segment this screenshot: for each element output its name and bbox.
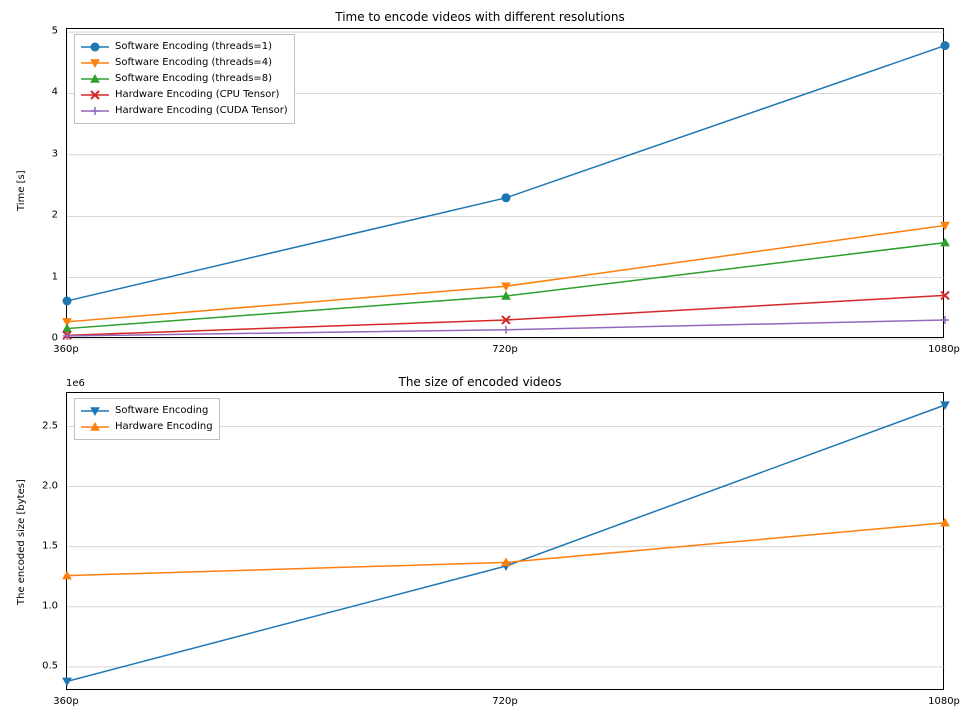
x-tick-label: 1080p: [928, 696, 960, 707]
triangle-down-icon: [81, 404, 109, 418]
legend-label: Hardware Encoding (CUDA Tensor): [115, 103, 288, 119]
x-tick-label: 720p: [492, 344, 517, 355]
circle-icon: [81, 40, 109, 54]
y-scale-note: 1e6: [66, 378, 85, 389]
legend-entry[interactable]: Hardware Encoding (CUDA Tensor): [81, 103, 288, 119]
chart-title-2: The size of encoded videos: [0, 375, 960, 389]
ylabel-2: The encoded size [bytes]: [16, 479, 27, 605]
legend-label: Software Encoding (threads=8): [115, 71, 272, 87]
plus-icon: [81, 104, 109, 118]
triangle-up-icon: [81, 420, 109, 434]
legend-label: Hardware Encoding: [115, 419, 213, 435]
legend-label: Software Encoding (threads=1): [115, 39, 272, 55]
legend-label: Software Encoding (threads=4): [115, 55, 272, 71]
legend-entry[interactable]: Hardware Encoding: [81, 419, 213, 435]
legend-entry[interactable]: Software Encoding (threads=8): [81, 71, 288, 87]
legend-2: Software EncodingHardware Encoding: [74, 398, 220, 440]
x-tick-label: 360p: [53, 344, 78, 355]
x-tick-label: 1080p: [928, 344, 960, 355]
x-icon: [81, 88, 109, 102]
legend-entry[interactable]: Software Encoding: [81, 403, 213, 419]
triangle-down-icon: [81, 56, 109, 70]
chart-title-1: Time to encode videos with different res…: [0, 10, 960, 24]
legend-entry[interactable]: Software Encoding (threads=4): [81, 55, 288, 71]
x-tick-label: 720p: [492, 696, 517, 707]
legend-1: Software Encoding (threads=1)Software En…: [74, 34, 295, 124]
legend-label: Hardware Encoding (CPU Tensor): [115, 87, 279, 103]
legend-entry[interactable]: Software Encoding (threads=1): [81, 39, 288, 55]
legend-entry[interactable]: Hardware Encoding (CPU Tensor): [81, 87, 288, 103]
x-tick-label: 360p: [53, 696, 78, 707]
legend-label: Software Encoding: [115, 403, 208, 419]
figure: Time to encode videos with different res…: [0, 0, 960, 720]
triangle-up-icon: [81, 72, 109, 86]
ylabel-1: Time [s]: [16, 170, 27, 211]
